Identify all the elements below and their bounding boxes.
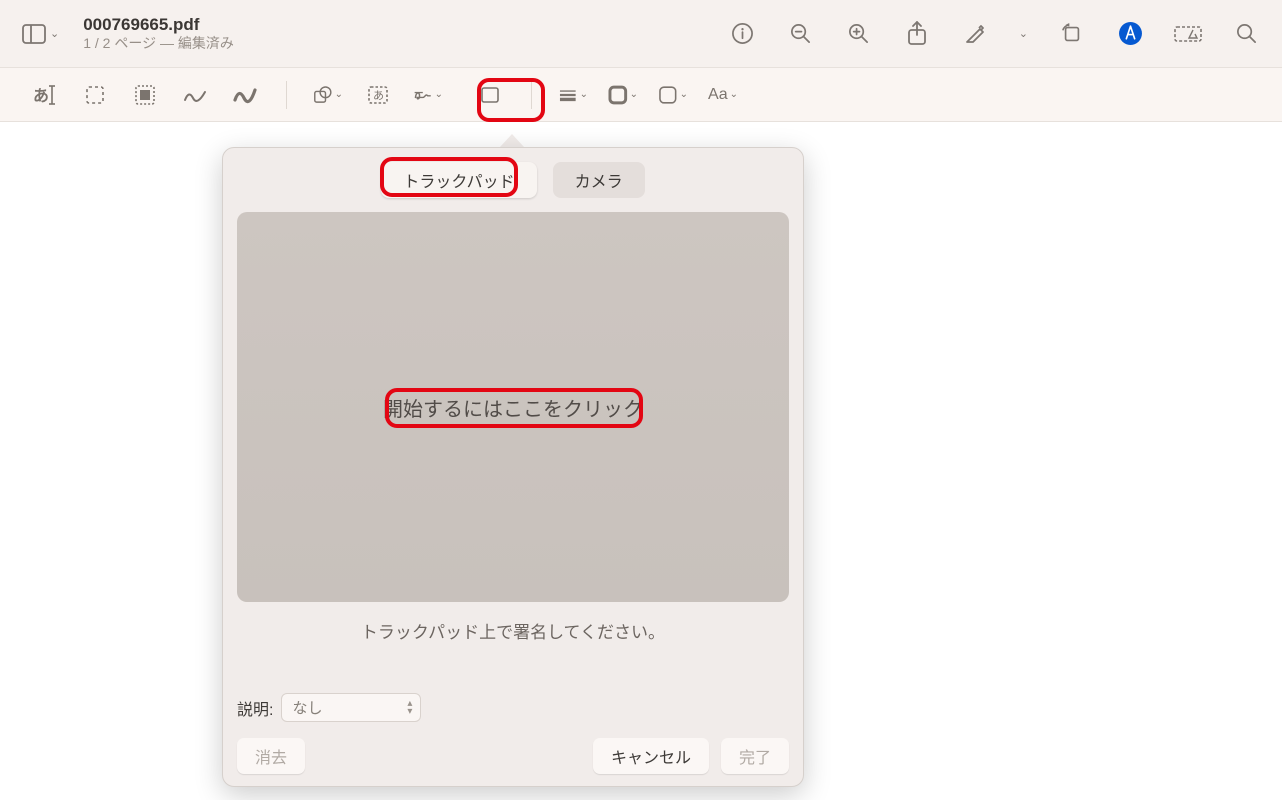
- draw-icon: [233, 86, 257, 104]
- chevron-down-icon: ⌄: [630, 89, 638, 100]
- border-color-tool[interactable]: ⌄: [608, 80, 638, 110]
- rotate-icon: [1061, 23, 1083, 45]
- highlighter-icon: [963, 22, 987, 46]
- svg-text:あ: あ: [33, 87, 49, 105]
- highlight-menu-chevron[interactable]: ⌄: [1019, 27, 1028, 40]
- shapes-tool[interactable]: ⌄: [313, 80, 343, 110]
- note-icon: [480, 86, 500, 104]
- zoom-out-icon: [789, 22, 812, 45]
- search-button[interactable]: [1232, 20, 1260, 48]
- tab-camera[interactable]: カメラ: [553, 162, 645, 198]
- share-button[interactable]: [903, 20, 931, 48]
- line-style-tool[interactable]: ⌄: [558, 80, 588, 110]
- textbox-tool[interactable]: あ: [363, 80, 393, 110]
- note-tool[interactable]: [475, 80, 505, 110]
- chevron-down-icon: ⌄: [335, 89, 343, 100]
- line-style-icon: [558, 88, 578, 102]
- fill-color-icon: [658, 85, 678, 105]
- sidebar-icon: [22, 24, 46, 44]
- markup-toolbar: あ ⌄ あ ⌄ ⌄ ⌄ ⌄ Aa ⌄: [0, 68, 1282, 122]
- selection-icon: [85, 85, 105, 105]
- selection-tool[interactable]: [80, 80, 110, 110]
- toolbar-divider: [286, 81, 287, 109]
- border-color-icon: [608, 85, 628, 105]
- done-button[interactable]: 完了: [721, 738, 789, 774]
- tab-trackpad[interactable]: トラックパッド: [381, 162, 536, 198]
- textbox-icon: あ: [367, 85, 389, 105]
- document-title: 000769665.pdf: [83, 15, 234, 35]
- sidebar-toggle[interactable]: ⌄: [22, 24, 59, 44]
- chevron-down-icon: ⌄: [580, 89, 588, 100]
- popover-arrow: [500, 134, 524, 147]
- markup-button[interactable]: [1116, 20, 1144, 48]
- signature-icon: [413, 86, 433, 104]
- redact-tool[interactable]: [130, 80, 160, 110]
- fill-color-tool[interactable]: ⌄: [658, 80, 688, 110]
- titlebar: ⌄ 000769665.pdf 1 / 2 ページ — 編集済み ⌄: [0, 0, 1282, 68]
- select-arrows-icon: ▴▾: [407, 700, 412, 716]
- draw-tool[interactable]: [230, 80, 260, 110]
- sketch-tool[interactable]: [180, 80, 210, 110]
- info-button[interactable]: [729, 20, 757, 48]
- clear-button[interactable]: 消去: [237, 738, 305, 774]
- signature-source-tabs: トラックパッド カメラ: [237, 162, 789, 198]
- share-icon: [906, 21, 928, 47]
- form-icon: [1174, 24, 1202, 44]
- zoom-in-icon: [847, 22, 870, 45]
- signature-instruction: トラックパッド上で署名してください。: [237, 618, 789, 643]
- shapes-icon: [313, 85, 333, 105]
- highlight-button[interactable]: [961, 20, 989, 48]
- canvas-prompt: 開始するにはここをクリック: [383, 393, 643, 422]
- toolbar-divider: [531, 81, 532, 109]
- chevron-down-icon: ⌄: [435, 89, 443, 100]
- chevron-down-icon: ⌄: [680, 89, 688, 100]
- svg-text:あ: あ: [373, 89, 384, 102]
- description-value: なし: [292, 697, 322, 718]
- text-tool[interactable]: あ: [30, 80, 60, 110]
- description-select[interactable]: なし ▴▾: [281, 693, 421, 722]
- description-label: 説明:: [237, 696, 273, 720]
- rotate-button[interactable]: [1058, 20, 1086, 48]
- zoom-out-button[interactable]: [787, 20, 815, 48]
- signature-popover: トラックパッド カメラ 開始するにはここをクリック トラックパッド上で署名してく…: [222, 134, 804, 787]
- cancel-button[interactable]: キャンセル: [593, 738, 709, 774]
- markup-icon: [1118, 21, 1143, 46]
- text-icon: あ: [33, 84, 57, 106]
- chevron-down-icon: ⌄: [730, 89, 738, 100]
- search-icon: [1235, 22, 1258, 45]
- signature-canvas[interactable]: 開始するにはここをクリック: [237, 212, 789, 602]
- form-button[interactable]: [1174, 20, 1202, 48]
- signature-tool[interactable]: ⌄: [413, 80, 443, 110]
- sketch-icon: [183, 86, 207, 104]
- chevron-down-icon: ⌄: [50, 27, 59, 40]
- text-style-icon: Aa: [708, 86, 728, 104]
- page-status: 1 / 2 ページ — 編集済み: [83, 35, 234, 52]
- info-icon: [731, 22, 754, 45]
- zoom-in-button[interactable]: [845, 20, 873, 48]
- redact-icon: [135, 85, 155, 105]
- text-style-tool[interactable]: Aa ⌄: [708, 80, 738, 110]
